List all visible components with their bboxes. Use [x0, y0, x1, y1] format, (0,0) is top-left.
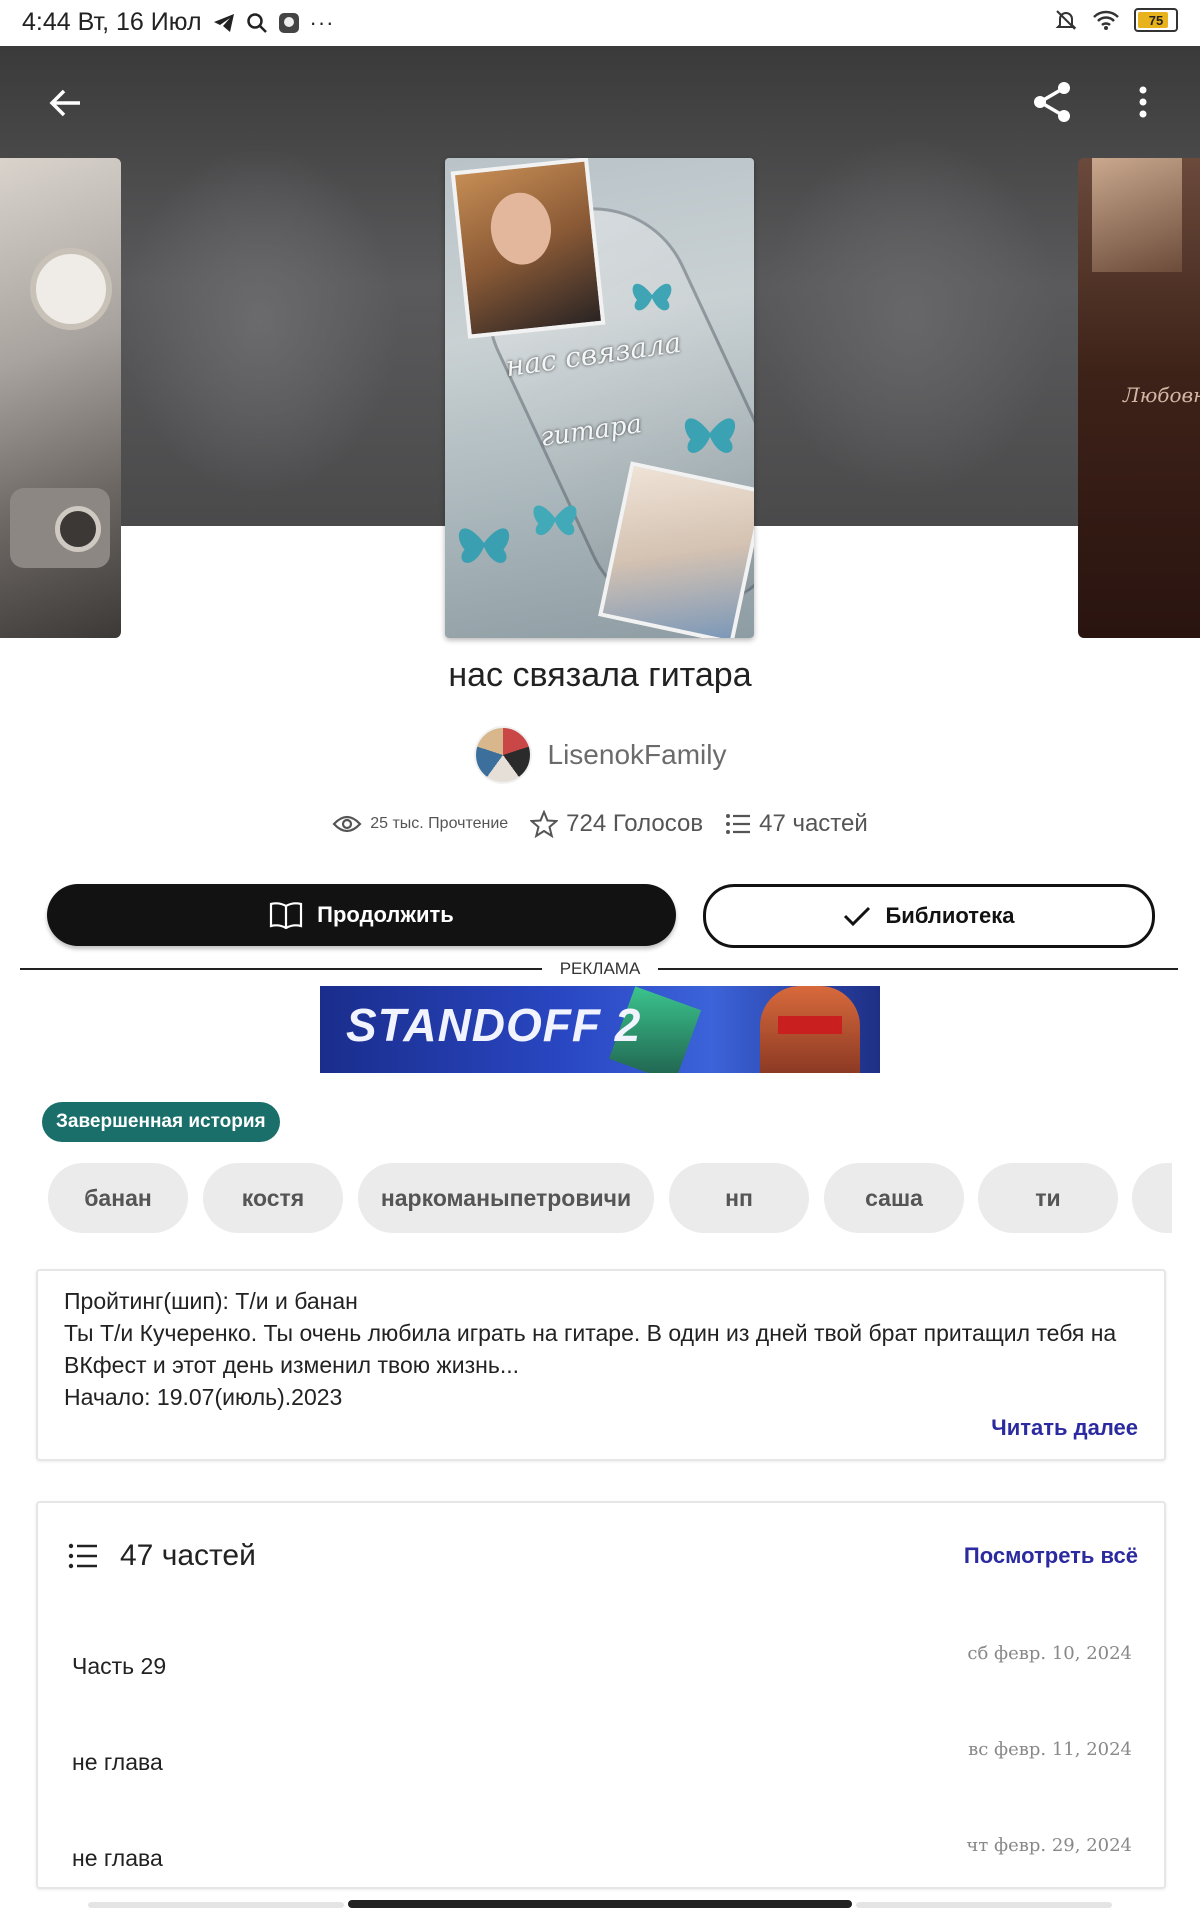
arrow-left-icon [49, 89, 80, 117]
more-notifications-icon: ··· [309, 9, 335, 35]
tag-chip[interactable]: ти [978, 1163, 1118, 1233]
open-book-icon [270, 902, 303, 929]
description-card: Пройтинг(шип): Т/и и банан Ты Т/и Кучере… [36, 1269, 1166, 1461]
status-bar: 4:44 Вт, 16 Июл ··· 75 [0, 0, 1200, 46]
tag-chip-partial[interactable] [1132, 1163, 1172, 1233]
status-left: 4:44 Вт, 16 Июл ··· [22, 8, 335, 37]
telegram-icon [213, 13, 234, 32]
hero-blur [120, 146, 400, 496]
tag-chip[interactable]: саша [824, 1163, 964, 1233]
share-icon [1034, 82, 1070, 122]
ad-banner-text: STANDOFF 2 [346, 999, 642, 1051]
cover-photo [450, 158, 606, 339]
butterfly-icon [533, 505, 577, 536]
author-name[interactable]: LisenokFamily [548, 739, 727, 771]
continue-reading-button[interactable]: Продолжить [47, 884, 676, 946]
part-title: Часть 29 [72, 1653, 167, 1679]
status-time-date: 4:44 Вт, 16 Июл [22, 8, 202, 36]
story-stats: 25 тыс. Прочтение 724 Голосов 47 частей [0, 810, 1200, 838]
butterfly-icon [632, 283, 672, 311]
description-line: Ты Т/и Кучеренко. Ты очень любила играть… [64, 1320, 1117, 1378]
next-story-cover[interactable]: Любовн [1078, 158, 1200, 638]
tag-chip[interactable]: наркоманыпетровичи [358, 1163, 654, 1233]
description-text: Пройтинг(шип): Т/и и банан Ты Т/и Кучере… [64, 1285, 1134, 1413]
ad-banner[interactable]: STANDOFF 2 [320, 986, 880, 1073]
story-title: нас связала гитара [448, 656, 752, 694]
app-icon [278, 12, 299, 33]
completed-story-badge: Завершенная история [42, 1102, 280, 1142]
parts-card: 47 частей Посмотреть всё Часть 29 сб фев… [36, 1501, 1166, 1889]
share-button[interactable] [1026, 76, 1078, 128]
tag-chip[interactable]: костя [203, 1163, 343, 1233]
bell-muted-icon [1055, 10, 1077, 30]
ad-art [760, 986, 860, 1073]
votes-count: 724 Голосов [566, 810, 704, 837]
back-button[interactable] [40, 78, 90, 128]
part-date: сб февр. 10, 2024 [967, 1643, 1132, 1664]
tags-row[interactable]: банан костя наркоманыпетровичи нп саша т… [48, 1163, 1172, 1235]
cover-art [1092, 158, 1182, 272]
next-cover-text: Любовн [1123, 383, 1200, 407]
votes-stat: 724 Голосов [530, 810, 703, 838]
battery-icon: 75 [1134, 8, 1178, 32]
part-row[interactable]: не глава вс февр. 11, 2024 [38, 1717, 1164, 1807]
library-label: Библиотека [885, 903, 1015, 928]
tag-chip[interactable]: нп [669, 1163, 809, 1233]
ad-label: РЕКЛАМА [559, 959, 641, 978]
description-line: Начало: 19.07(июль).2023 [64, 1384, 343, 1410]
list-icon [68, 1543, 97, 1569]
description-line: Пройтинг(шип): Т/и и банан [64, 1288, 358, 1314]
author-avatar[interactable] [473, 726, 532, 784]
page-indicator-active [348, 1900, 852, 1908]
more-options-button[interactable] [1118, 76, 1168, 128]
library-button[interactable]: Библиотека [703, 884, 1155, 948]
battery-level: 75 [1148, 12, 1164, 28]
cover-art [10, 488, 110, 568]
continue-label: Продолжить [317, 902, 454, 927]
author-row[interactable]: LisenokFamily [0, 726, 1200, 784]
more-vertical-icon [1139, 86, 1147, 118]
divider [20, 968, 542, 970]
wifi-icon [1093, 10, 1119, 30]
part-row[interactable]: не глава чт февр. 29, 2024 [38, 1813, 1164, 1887]
parts-stat: 47 частей [725, 810, 868, 838]
part-title: не глава [72, 1749, 163, 1775]
eye-icon [332, 815, 362, 833]
status-right: 75 [1054, 8, 1178, 32]
star-icon [530, 810, 559, 838]
story-cover: нас связала гитара [445, 158, 754, 638]
search-icon [246, 12, 267, 33]
views-stat: 25 тыс. Прочтение [332, 814, 508, 834]
part-date: вс февр. 11, 2024 [968, 1739, 1132, 1760]
part-row[interactable]: Часть 29 сб февр. 10, 2024 [38, 1621, 1164, 1711]
divider [658, 968, 1178, 970]
tag-chip[interactable]: банан [48, 1163, 188, 1233]
hero-blur [760, 136, 1060, 496]
part-title: не глава [72, 1845, 163, 1871]
parts-count: 47 частей [759, 810, 868, 837]
butterfly-icon [684, 418, 736, 453]
part-date: чт февр. 29, 2024 [966, 1835, 1132, 1856]
read-more-link[interactable]: Читать далее [991, 1415, 1138, 1441]
check-icon [844, 906, 871, 927]
list-icon [726, 814, 751, 834]
butterfly-icon [458, 528, 510, 563]
parts-title: 47 частей [120, 1539, 256, 1572]
page-indicator [88, 1902, 344, 1908]
views-count: 25 тыс. Прочтение [370, 815, 509, 832]
page-indicator [856, 1902, 1112, 1908]
cover-art [30, 248, 112, 330]
previous-story-cover[interactable] [0, 158, 121, 638]
view-all-link[interactable]: Посмотреть всё [964, 1543, 1138, 1569]
